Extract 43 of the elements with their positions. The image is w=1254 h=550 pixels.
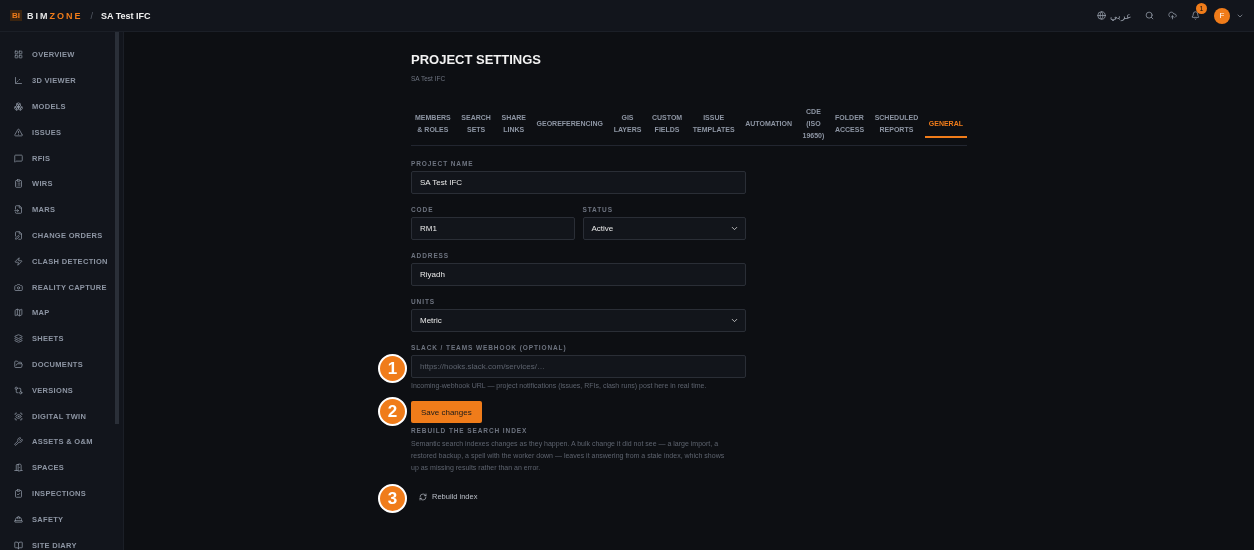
language-link[interactable]: عربي (1110, 10, 1131, 21)
sidebar-icon (14, 179, 23, 189)
sidebar-icon (14, 76, 23, 86)
input-field[interactable]: SA Test IFC (411, 171, 746, 194)
select-field[interactable]: Active (582, 217, 746, 240)
breadcrumb-separator: / (90, 10, 94, 21)
sidebar-icon (14, 256, 23, 266)
select-field[interactable]: Metric (411, 309, 746, 332)
input-field[interactable]: Riyadh (411, 263, 746, 286)
bell-icon[interactable] (1191, 11, 1200, 20)
sidebar-icon (14, 230, 23, 240)
brand-name: BIMZONE (27, 10, 83, 21)
sidebar-icon (14, 514, 23, 524)
sidebar-icon (14, 540, 23, 550)
sidebar-icon (14, 282, 23, 292)
callout-number: 1 (378, 354, 407, 383)
cloud-icon[interactable] (1168, 11, 1177, 20)
callout-number: 3 (378, 484, 407, 513)
sidebar-icon (14, 463, 23, 473)
sidebar-icon (14, 102, 23, 111)
sidebar-icon (14, 385, 23, 395)
input-field[interactable]: RM1 (411, 217, 575, 240)
globe-icon[interactable] (1097, 11, 1106, 20)
sidebar-icon (14, 334, 23, 344)
sidebar-icon (14, 127, 23, 137)
sidebar-icon (14, 359, 23, 369)
logo-mark: BI (10, 10, 22, 21)
page-title: PROJECT SETTINGS (411, 52, 543, 67)
save-button[interactable]: Save changes (411, 401, 482, 423)
sidebar-icon (14, 50, 23, 60)
sidebar-icon (14, 205, 23, 215)
chevron-down-icon (730, 316, 739, 325)
sidebar-icon (14, 411, 23, 421)
sidebar-icon (14, 488, 23, 498)
sidebar-icon (14, 153, 23, 163)
refresh-icon (419, 492, 427, 501)
project-breadcrumb[interactable]: SA Test IFC (101, 10, 151, 21)
callout-number: 2 (378, 397, 407, 426)
sidebar-icon (14, 308, 23, 318)
sidebar-icon (14, 437, 23, 447)
search-icon[interactable] (1145, 11, 1154, 20)
input-field[interactable]: https://hooks.slack.com/services/… (411, 355, 746, 378)
chevron-down-icon (730, 224, 739, 233)
